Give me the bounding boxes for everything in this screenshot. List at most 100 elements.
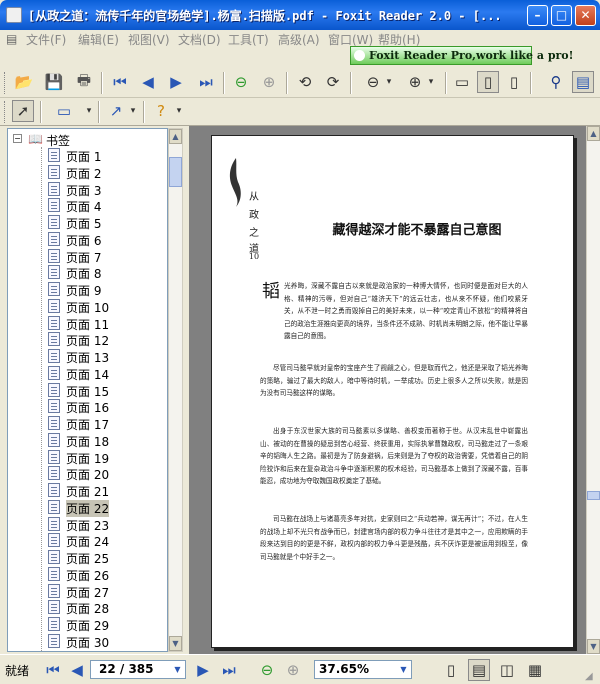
document-scrollbar[interactable]: ▲ ▼ xyxy=(586,126,600,654)
menu-tools[interactable]: 工具(T) xyxy=(228,31,269,48)
fit-page-icon[interactable]: ▯ xyxy=(477,71,499,93)
bookmark-item[interactable]: 页面 2 xyxy=(8,164,167,181)
menu-edit[interactable]: 编辑(E) xyxy=(78,31,119,48)
bookmark-item[interactable]: 页面 15 xyxy=(8,382,167,399)
scroll-thumb[interactable] xyxy=(169,157,182,187)
prev-page-icon[interactable]: ◀ xyxy=(66,659,88,681)
menu-advanced[interactable]: 高级(A) xyxy=(278,31,320,48)
bookmark-item[interactable]: 页面 22 xyxy=(8,499,167,517)
print-icon[interactable]: 🖶 xyxy=(73,71,95,93)
bookmark-item[interactable]: 页面 24 xyxy=(8,532,167,549)
page-dropdown-icon[interactable]: ▼ xyxy=(171,662,184,677)
minimize-button[interactable]: – xyxy=(527,5,548,26)
bookmark-item[interactable]: 页面 18 xyxy=(8,432,167,449)
rotate-right-icon[interactable]: ⟳ xyxy=(322,71,344,93)
fit-width-icon[interactable]: ▯ xyxy=(503,71,525,93)
menu-view[interactable]: 视图(V) xyxy=(128,31,170,48)
menu-document[interactable]: 文档(D) xyxy=(178,31,221,48)
single-page-icon[interactable]: ▯ xyxy=(440,659,462,681)
bookmark-item[interactable]: 页面 20 xyxy=(8,465,167,482)
bookmark-item[interactable]: 页面 6 xyxy=(8,231,167,248)
open-folder-icon[interactable]: 📂 xyxy=(13,71,35,93)
bookmark-item[interactable]: 页面 17 xyxy=(8,415,167,432)
first-page-icon[interactable]: ⏮ xyxy=(42,659,64,681)
bookmark-item[interactable]: 页面 26 xyxy=(8,566,167,583)
zoom-in-dropdown-icon[interactable]: ▾ xyxy=(420,71,442,93)
prev-page-icon[interactable]: ◀ xyxy=(137,71,159,93)
bookmark-item[interactable]: 页面 28 xyxy=(8,599,167,616)
page-icon xyxy=(48,550,60,564)
select-tool-icon[interactable]: ➚ xyxy=(12,100,34,122)
separator xyxy=(445,72,447,94)
actual-size-icon[interactable]: ▭ xyxy=(451,71,473,93)
rotate-left-icon[interactable]: ⟲ xyxy=(294,71,316,93)
zoom-field[interactable]: 37.65% ▼ xyxy=(314,660,412,679)
last-page-icon[interactable]: ⏭ xyxy=(195,71,217,93)
forward-icon[interactable]: ⊕ xyxy=(258,71,280,93)
next-page-icon[interactable]: ▶ xyxy=(192,659,214,681)
forward-icon[interactable]: ⊕ xyxy=(282,659,304,681)
side-char: 政 xyxy=(249,210,259,221)
save-icon[interactable]: 💾 xyxy=(43,71,65,93)
bookmark-item[interactable]: 页面 25 xyxy=(8,549,167,566)
maximize-button[interactable]: □ xyxy=(551,5,572,26)
page-number-field[interactable]: 22 / 385 ▼ xyxy=(90,660,186,679)
back-icon[interactable]: ⊖ xyxy=(230,71,252,93)
zoom-out-dropdown-icon[interactable]: ▾ xyxy=(378,71,400,93)
bookmark-label: 页面 6 xyxy=(66,233,102,248)
bookmark-item[interactable]: 页面 30 xyxy=(8,633,167,650)
toolbar-grip[interactable] xyxy=(4,101,8,123)
status-bar: 就绪 ⏮ ◀ 22 / 385 ▼ ▶ ⏭ ⊖ ⊕ 37.65% ▼ ▯ ▤ ◫… xyxy=(0,654,600,684)
find-icon[interactable]: ⚲ xyxy=(545,71,567,93)
last-page-icon[interactable]: ⏭ xyxy=(218,659,240,681)
scroll-thumb[interactable] xyxy=(587,491,600,500)
snapshot-tool-icon[interactable]: ▭ xyxy=(49,100,79,122)
scroll-down-icon[interactable]: ▼ xyxy=(169,636,182,651)
separator xyxy=(101,72,103,94)
bookmark-item[interactable]: 页面 9 xyxy=(8,281,167,298)
bookmark-item[interactable]: 页面 27 xyxy=(8,583,167,600)
continuous-facing-icon[interactable]: ▦ xyxy=(524,659,546,681)
arrow-dropdown-icon[interactable]: ▾ xyxy=(122,100,144,122)
bookmark-item[interactable]: 页面 23 xyxy=(8,516,167,533)
bookmark-item[interactable]: 页面 14 xyxy=(8,365,167,382)
scroll-down-icon[interactable]: ▼ xyxy=(587,639,600,654)
continuous-icon[interactable]: ▤ xyxy=(468,659,490,681)
main-toolbar: 📂 💾 🖶 ⏮ ◀ ▶ ⏭ ⊖ ⊕ ⟲ ⟳ ⊖ ▾ ⊕ ▾ ▭ ▯ ▯ ⚲ ▤ xyxy=(0,68,600,98)
bookmark-item[interactable]: 页面 12 xyxy=(8,331,167,348)
bookmark-scrollbar[interactable]: ▲ ▼ xyxy=(168,128,183,652)
toolbar-grip[interactable] xyxy=(4,72,8,94)
zoom-dropdown-icon[interactable]: ▼ xyxy=(397,662,410,677)
scroll-up-icon[interactable]: ▲ xyxy=(587,126,600,141)
menu-file[interactable]: 文件(F) xyxy=(26,31,66,48)
collapse-icon[interactable]: − xyxy=(13,134,22,143)
bookmark-item[interactable]: 页面 11 xyxy=(8,315,167,332)
back-icon[interactable]: ⊖ xyxy=(256,659,278,681)
bookmark-item[interactable]: 页面 1 xyxy=(8,147,167,164)
bookmark-item[interactable]: 页面 16 xyxy=(8,398,167,415)
menu-doc-icon: ▤ xyxy=(6,32,18,46)
document-view[interactable]: 从 政 之 道 10 藏得越深才能不暴露自己意图 韬 光养晦，深藏不露自古以来就… xyxy=(189,126,586,654)
snapshot-dropdown-icon[interactable]: ▾ xyxy=(78,100,100,122)
bookmark-item[interactable]: 页面 21 xyxy=(8,482,167,499)
first-page-icon[interactable]: ⏮ xyxy=(109,71,131,93)
bookmark-item[interactable]: 页面 19 xyxy=(8,449,167,466)
bookmark-item[interactable]: 页面 29 xyxy=(8,616,167,633)
bookmarks-panel-icon[interactable]: ▤ xyxy=(572,71,594,93)
next-page-icon[interactable]: ▶ xyxy=(165,71,187,93)
resize-grip-icon[interactable]: ◢ xyxy=(585,671,593,682)
facing-icon[interactable]: ◫ xyxy=(496,659,518,681)
bookmark-item[interactable]: 页面 10 xyxy=(8,298,167,315)
bookmark-root[interactable]: − 📖 书签 xyxy=(8,131,167,148)
bookmark-item[interactable]: 页面 13 xyxy=(8,348,167,365)
bookmark-item[interactable]: 页面 4 xyxy=(8,197,167,214)
bookmark-item[interactable]: 页面 8 xyxy=(8,264,167,281)
bookmark-item[interactable]: 页面 5 xyxy=(8,214,167,231)
bookmark-item[interactable]: 页面 31 xyxy=(8,650,167,651)
help-dropdown-icon[interactable]: ▾ xyxy=(168,100,190,122)
promo-banner[interactable]: Foxit Reader Pro,work like a pro! xyxy=(350,46,573,65)
bookmark-item[interactable]: 页面 3 xyxy=(8,181,167,198)
bookmark-item[interactable]: 页面 7 xyxy=(8,248,167,265)
scroll-up-icon[interactable]: ▲ xyxy=(169,129,182,144)
close-button[interactable]: ✕ xyxy=(575,5,596,26)
